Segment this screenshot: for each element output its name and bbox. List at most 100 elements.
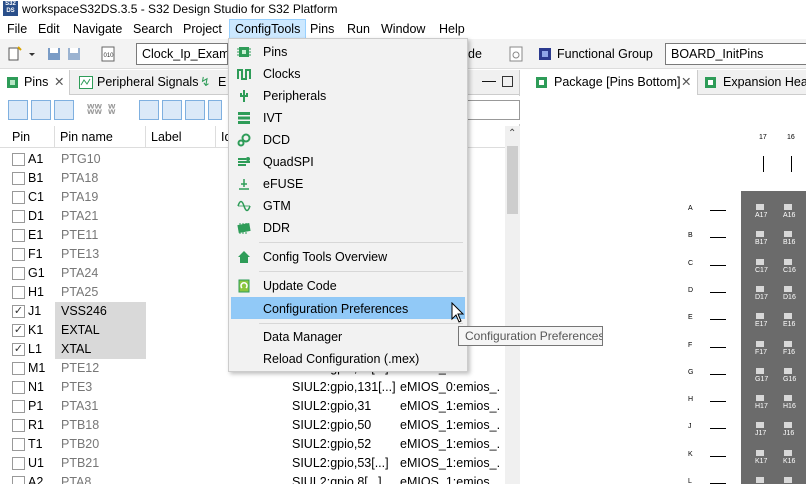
scrollbar-thumb[interactable] [507,146,518,214]
menu-item-quadspi[interactable]: QuadSPI [231,151,465,173]
pin-checkbox[interactable] [12,210,25,223]
menu-run[interactable]: Run [342,19,375,39]
menu-item-dcd[interactable]: DCD [231,129,465,151]
package-pad[interactable] [756,367,764,374]
save-icon[interactable] [46,46,62,62]
package-pad[interactable] [784,449,792,456]
pin-checkbox[interactable] [12,362,25,375]
package-pad[interactable] [784,477,792,483]
col-label[interactable]: Label [146,126,216,148]
package-pad[interactable] [756,477,764,483]
menu-edit[interactable]: Edit [33,19,65,39]
menu-pins[interactable]: Pins [305,19,339,39]
menu-item-data-manager[interactable]: Data Manager [231,326,465,348]
binary-icon[interactable]: 010 [100,46,116,62]
package-pad[interactable] [784,422,792,429]
col-pin-name[interactable]: Pin name [55,126,146,148]
pin-checkbox[interactable] [12,381,25,394]
package-pad[interactable] [784,204,792,210]
pin-checkbox[interactable] [12,476,25,484]
menu-item-ddr[interactable]: DDR [231,217,465,239]
signal-wave-icon[interactable]: ʬʬ [87,101,102,117]
table-row[interactable]: T1 PTB20 SIUL2:gpio,52 eMIOS_1:emios_... [0,435,505,454]
route-extra-icon[interactable] [208,100,222,120]
table-row[interactable]: N1 PTE3 SIUL2:gpio,131[...] eMIOS_0:emios_.… [0,378,505,397]
pin-checkbox[interactable]: ✓ [12,305,25,318]
route-in-icon[interactable] [139,100,159,120]
pin-checkbox[interactable] [12,248,25,261]
menu-search[interactable]: Search [128,19,178,39]
tab-package[interactable]: Package [Pins Bottom] ✕ [528,70,698,95]
table-row[interactable]: A2 PTA8 SIUL2:gpio,8[...] eMIOS_1:emios_... [0,473,505,484]
menu-window[interactable]: Window [376,19,430,39]
pin-checkbox[interactable]: ✓ [12,343,25,356]
menu-item-efuse[interactable]: eFUSE [231,173,465,195]
package-pad[interactable] [756,285,764,292]
route-inout-icon[interactable] [185,100,205,120]
maximize-icon[interactable] [502,76,513,87]
menu-item-reload-configuration[interactable]: Reload Configuration (.mex) [231,348,465,370]
menu-item-gtm[interactable]: GTM [231,195,465,217]
save-all-icon[interactable] [66,46,82,62]
minimize-icon[interactable]: — [482,72,496,88]
menu-help[interactable]: Help [434,19,470,39]
menu-item-ivt[interactable]: IVT [231,107,465,129]
pin-checkbox[interactable] [12,457,25,470]
menu-file[interactable]: File [2,19,32,39]
package-pad[interactable] [756,340,764,347]
table-row[interactable]: R1 PTB18 SIUL2:gpio,50 eMIOS_1:emios_... [0,416,505,435]
scroll-up-icon[interactable]: ⌃ [508,128,516,139]
menu-project[interactable]: Project [178,19,227,39]
package-pad[interactable] [784,258,792,265]
package-pad[interactable] [756,231,764,238]
menu-item-clocks[interactable]: Clocks [231,63,465,85]
menu-item-pins[interactable]: Pins [231,41,465,63]
tab-expansion-header[interactable]: Expansion Head [704,70,806,95]
pin-checkbox[interactable] [12,438,25,451]
pins-filter-icon-1[interactable] [8,100,28,120]
menu-item-update-code[interactable]: Update Code [231,275,465,297]
pin-checkbox[interactable]: ✓ [12,324,25,337]
signal-wave2-icon[interactable]: ʬ [108,101,115,117]
pin-checkbox[interactable] [12,229,25,242]
pin-checkbox[interactable] [12,286,25,299]
new-dropdown-icon[interactable] [28,46,36,62]
menu-item-peripherals[interactable]: Peripherals [231,85,465,107]
menu-configtools[interactable]: ConfigTools [229,19,307,39]
route-out-icon[interactable] [162,100,182,120]
functional-group-combo[interactable]: BOARD_InitPins [665,43,806,65]
package-pad[interactable] [756,395,764,402]
menu-item-config-tools-overview[interactable]: Config Tools Overview [231,246,465,268]
pin-checkbox[interactable] [12,267,25,280]
package-pad[interactable] [756,422,764,429]
package-pad[interactable] [784,231,792,238]
document-icon[interactable] [508,46,524,62]
tab-e[interactable]: ↯ E [198,70,228,95]
menu-item-configuration-preferences[interactable]: Configuration Preferences [231,297,465,319]
pin-checkbox[interactable] [12,153,25,166]
package-pad[interactable] [756,313,764,320]
package-pad[interactable] [784,285,792,292]
pin-checkbox[interactable] [12,400,25,413]
pin-checkbox[interactable] [12,419,25,432]
pin-checkbox[interactable] [12,172,25,185]
tab-pins[interactable]: Pins ✕ [0,70,70,95]
close-icon[interactable]: ✕ [681,70,691,95]
tab-peripheral-signals[interactable]: Peripheral Signals [76,70,198,95]
table-row[interactable]: U1 PTB21 SIUL2:gpio,53[...] eMIOS_1:emios_.… [0,454,505,473]
package-pad[interactable] [784,395,792,402]
package-pad[interactable] [756,204,764,210]
package-pad[interactable] [784,367,792,374]
package-pad[interactable] [784,340,792,347]
package-pad[interactable] [756,258,764,265]
pins-filter-input[interactable] [461,100,520,120]
config-combo[interactable]: Clock_Ip_Examp [136,43,228,65]
table-row[interactable]: P1 PTA31 SIUL2:gpio,31 eMIOS_1:emios_... [0,397,505,416]
pin-checkbox[interactable] [12,191,25,204]
col-pin[interactable]: Pin [7,126,55,148]
close-icon[interactable]: ✕ [54,70,64,95]
package-pad[interactable] [756,449,764,456]
pins-filter-icon-3[interactable] [54,100,74,120]
package-pad[interactable] [784,313,792,320]
menu-navigate[interactable]: Navigate [68,19,127,39]
